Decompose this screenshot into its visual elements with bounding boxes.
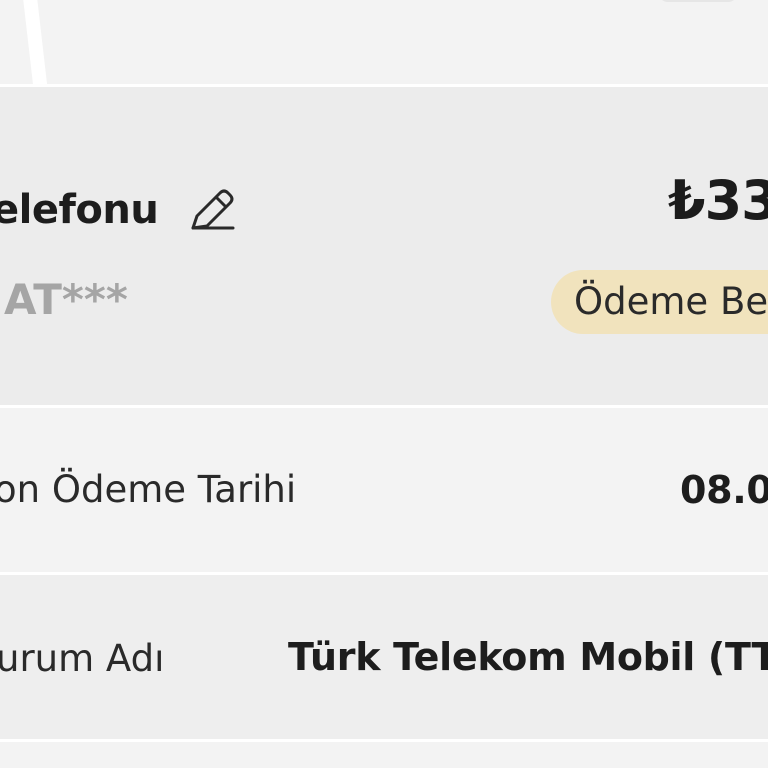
masked-account-number: AT*** <box>4 275 128 324</box>
map-overlay-pill <box>658 0 738 2</box>
account-card[interactable] <box>0 87 768 405</box>
amount-due: ₺33 <box>668 169 768 232</box>
screen: elefonu AT*** ₺33 Ödeme Be on Ödeme Tari… <box>0 0 768 768</box>
detail-value: 08.0 <box>680 468 768 512</box>
account-title: elefonu <box>0 187 159 233</box>
status-badge-label: Ödeme Be <box>574 280 768 323</box>
detail-value: Türk Telekom Mobil (TT <box>288 635 768 679</box>
map-road-line <box>23 0 47 90</box>
detail-row-institution: urum Adı Türk Telekom Mobil (TT <box>0 575 768 739</box>
map-area <box>0 0 768 90</box>
detail-row-next <box>0 742 768 768</box>
detail-label: urum Adı <box>0 637 165 680</box>
detail-label: on Ödeme Tarihi <box>0 468 297 511</box>
pencil-icon[interactable] <box>186 184 238 236</box>
detail-row-due-date: on Ödeme Tarihi 08.0 <box>0 408 768 572</box>
